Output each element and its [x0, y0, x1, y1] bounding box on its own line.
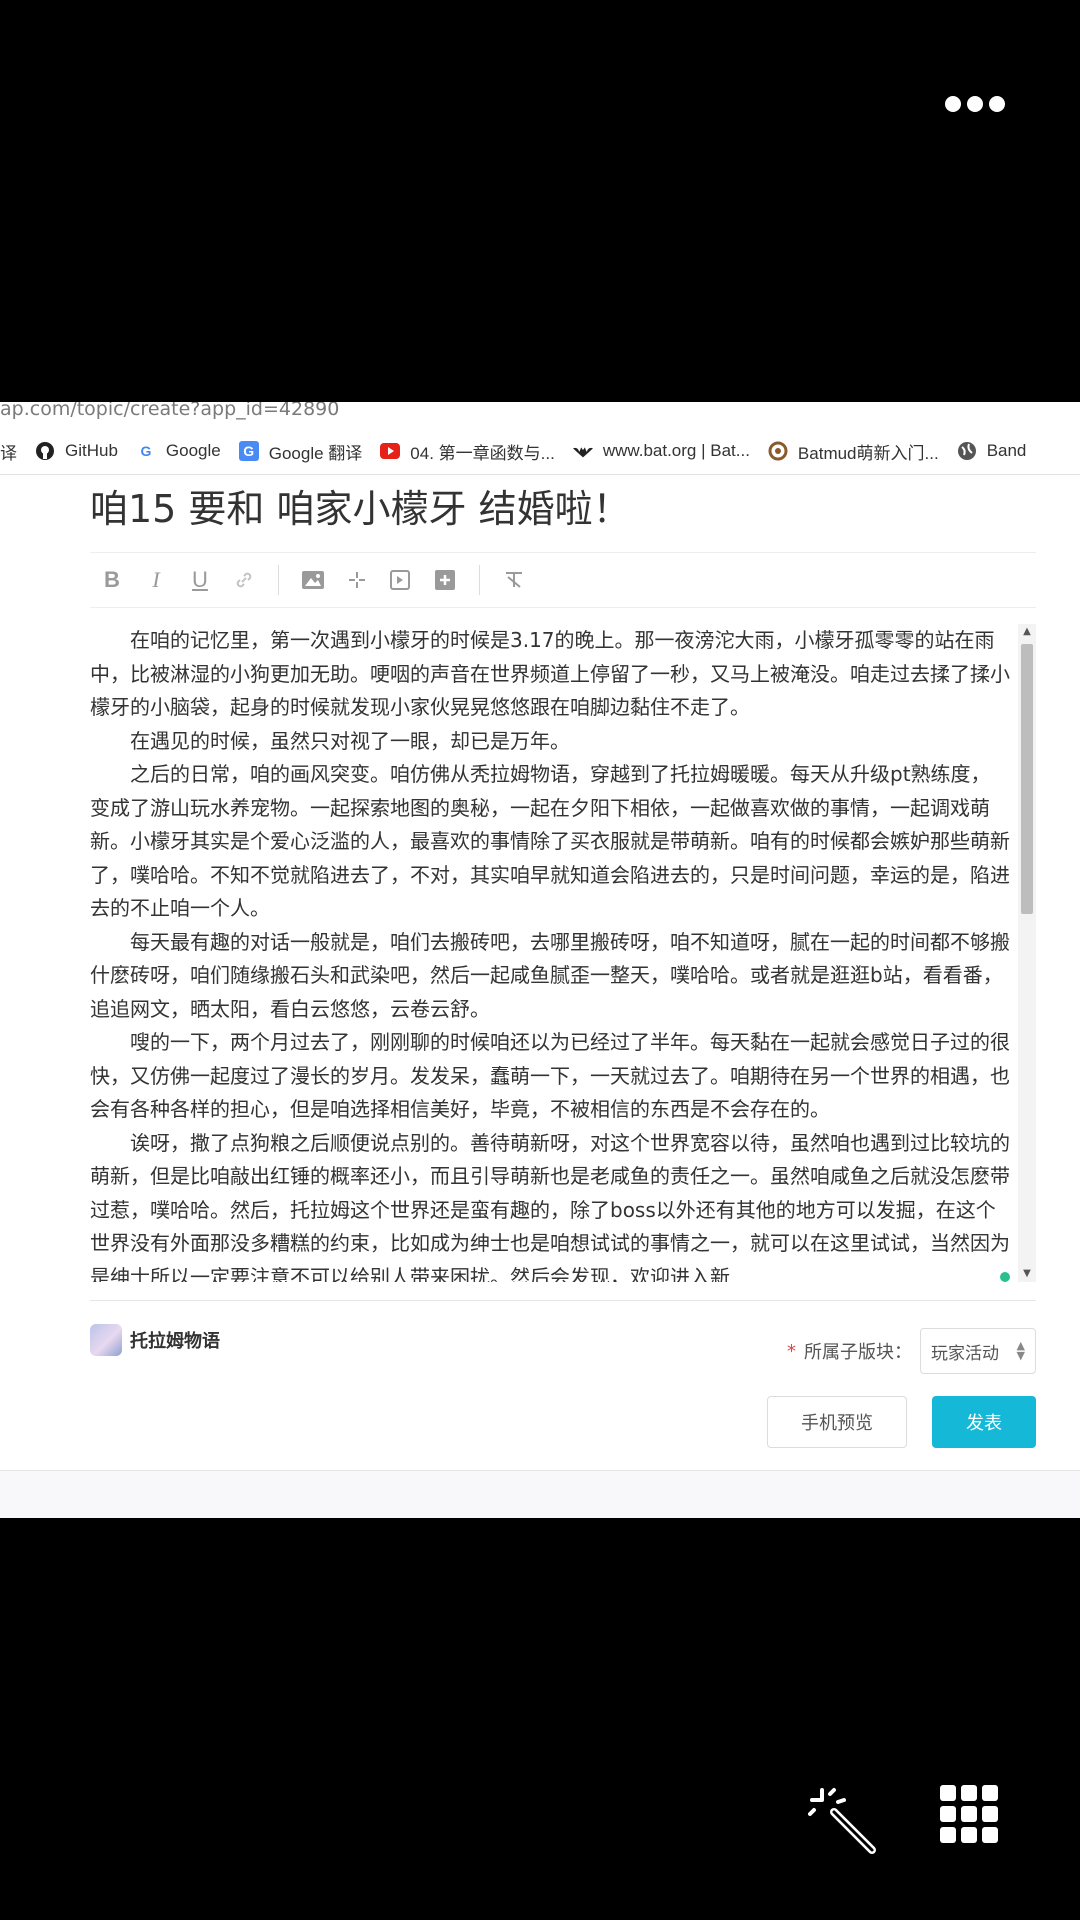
- publish-button[interactable]: 发表: [932, 1396, 1036, 1448]
- bookmark-label: Google 翻译: [268, 443, 363, 463]
- game-tag[interactable]: 托拉姆物语: [90, 1324, 220, 1356]
- required-mark: *: [787, 1340, 796, 1362]
- italic-icon[interactable]: I: [134, 560, 178, 600]
- mobile-preview-button[interactable]: 手机预览: [767, 1396, 907, 1448]
- content-paragraph: 诶呀，撒了点狗粮之后顺便说点别的。善待萌新呀，对这个世界宽容以待，虽然咱也遇到过…: [90, 1130, 1010, 1283]
- select-updown-icon: ▲ ▼: [1016, 1339, 1025, 1362]
- google-icon: G: [140, 443, 152, 459]
- video-icon[interactable]: [379, 560, 423, 600]
- bookmark-github[interactable]: GitHub: [35, 441, 118, 461]
- content-paragraph: 嗖的一下，两个月过去了，刚刚聊的时候咱还以为已经过了半年。每天黏在一起就会感觉日…: [90, 1030, 1010, 1121]
- bookmark-bat[interactable]: www.bat.org | Bat...: [572, 441, 750, 461]
- bookmark-google-translate[interactable]: G Google 翻译: [238, 439, 363, 464]
- editor-toolbar: B I U: [90, 552, 1036, 608]
- screenshot-viewport: ap.com/topic/create?app_id=42890 译 GitHu…: [0, 402, 1080, 1518]
- sub-section-select[interactable]: 玩家活动 ▲ ▼: [920, 1328, 1036, 1374]
- google-translate-icon: G: [238, 441, 259, 461]
- emoji-sparkle-icon[interactable]: [335, 560, 379, 600]
- toolbar-divider: [479, 565, 480, 595]
- post-content: 在咱的记忆里，第一次遇到小檬牙的时候是3.17的晚上。那一夜滂沱大雨，小檬牙孤零…: [90, 624, 1010, 1282]
- bookmark-label: www.bat.org | Bat...: [602, 441, 750, 460]
- bookmark-label: 04. 第一章函数与...: [410, 443, 555, 463]
- sub-section-selector: * 所属子版块： 玩家活动 ▲ ▼: [787, 1328, 1036, 1374]
- game-avatar-icon: [90, 1324, 122, 1356]
- page-footer: [0, 1470, 1080, 1518]
- content-paragraph: 在咱的记忆里，第一次遇到小檬牙的时候是3.17的晚上。那一夜滂沱大雨，小檬牙孤零…: [90, 628, 1010, 719]
- clear-format-icon[interactable]: [492, 560, 536, 600]
- sub-section-label: 所属子版块：: [804, 1342, 912, 1363]
- editor-scrollbar[interactable]: ▲ ▼: [1018, 624, 1036, 1282]
- bookmark-translate[interactable]: 译: [0, 439, 17, 464]
- more-options-icon[interactable]: [945, 96, 1005, 112]
- sub-section-selected: 玩家活动: [931, 1343, 999, 1364]
- globe-icon: [957, 441, 977, 461]
- toolbar-divider: [278, 565, 279, 595]
- bookmark-label: 译: [0, 443, 17, 463]
- content-paragraph: 在遇见的时候，虽然只对视了一眼，却已是万年。: [130, 728, 570, 753]
- insert-block-icon[interactable]: [423, 560, 467, 600]
- bookmark-batmud[interactable]: Batmud萌新入门...: [768, 439, 939, 464]
- address-bar-url[interactable]: ap.com/topic/create?app_id=42890: [0, 402, 339, 419]
- underline-icon[interactable]: U: [178, 560, 222, 600]
- batmud-icon: [768, 441, 788, 461]
- game-name: 托拉姆物语: [130, 1331, 220, 1352]
- magic-wand-icon[interactable]: [808, 1786, 878, 1856]
- scroll-down-arrow-icon[interactable]: ▼: [1018, 1266, 1036, 1282]
- bookmark-label: Batmud萌新入门...: [797, 443, 939, 463]
- youtube-icon: [380, 441, 401, 461]
- scroll-up-arrow-icon[interactable]: ▲: [1018, 624, 1036, 640]
- app-grid-icon[interactable]: [940, 1785, 998, 1843]
- content-paragraph: 之后的日常，咱的画风突变。咱仿佛从秃拉姆物语，穿越到了托拉姆暖暖。每天从升级pt…: [90, 762, 1010, 920]
- bookmarks-bar: 译 GitHub G Google G Google 翻译 04. 第一章函数与…: [0, 428, 1080, 475]
- image-icon[interactable]: [291, 560, 335, 600]
- post-title[interactable]: 咱15 要和 咱家小檬牙 结婚啦！: [90, 478, 631, 533]
- bookmark-label: Band: [986, 441, 1027, 460]
- link-icon[interactable]: [222, 560, 266, 600]
- section-divider: [90, 1300, 1036, 1301]
- status-dot-icon: [1000, 1272, 1010, 1282]
- bookmark-band[interactable]: Band: [957, 441, 1027, 461]
- bookmark-youtube[interactable]: 04. 第一章函数与...: [380, 439, 555, 464]
- scrollbar-thumb[interactable]: [1021, 644, 1033, 914]
- bookmark-label: GitHub: [65, 441, 118, 460]
- bookmark-google[interactable]: G Google: [136, 441, 221, 461]
- bold-icon[interactable]: B: [90, 560, 134, 600]
- post-content-editor[interactable]: 在咱的记忆里，第一次遇到小檬牙的时候是3.17的晚上。那一夜滂沱大雨，小檬牙孤零…: [90, 624, 1036, 1282]
- content-paragraph: 每天最有趣的对话一般就是，咱们去搬砖吧，去哪里搬砖呀，咱不知道呀，腻在一起的时间…: [90, 929, 1010, 1021]
- bookmark-label: Google: [165, 441, 221, 460]
- github-icon: [35, 441, 55, 461]
- bat-icon: [572, 441, 593, 461]
